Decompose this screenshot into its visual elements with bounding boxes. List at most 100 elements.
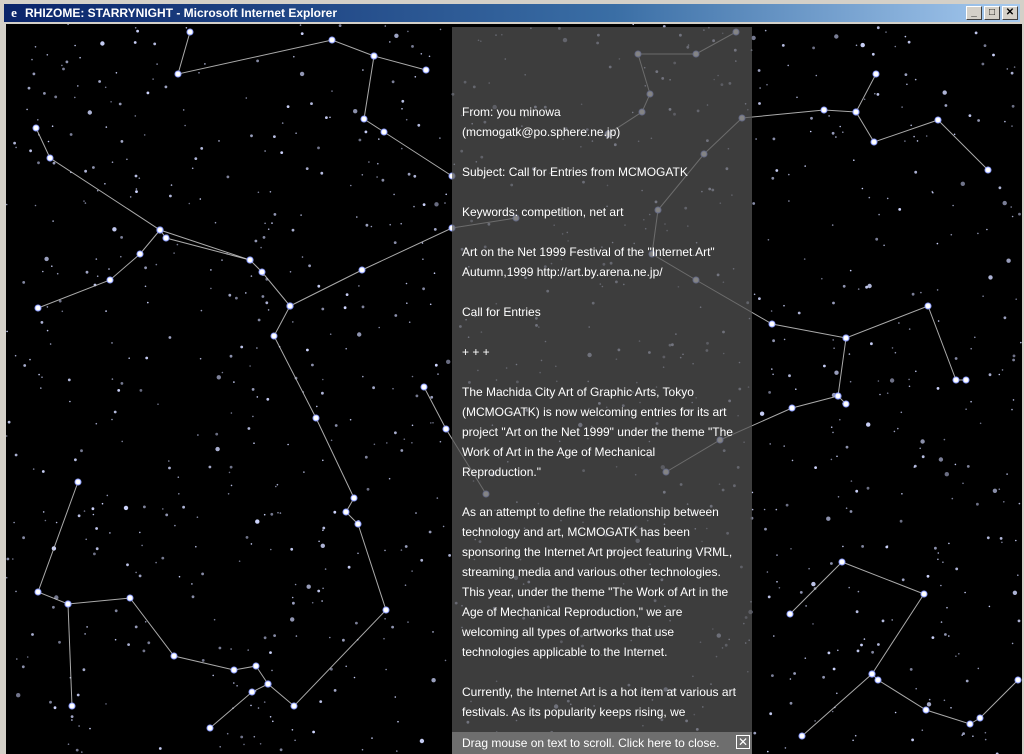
star: [134, 115, 137, 117]
star: [845, 507, 848, 510]
star: [783, 304, 785, 307]
star: [356, 216, 358, 218]
star: [110, 101, 112, 103]
star: [194, 157, 198, 161]
star: [960, 181, 965, 186]
constellation-star: [170, 652, 178, 660]
star: [948, 635, 950, 637]
star: [863, 98, 866, 101]
star: [758, 102, 761, 105]
star: [245, 97, 248, 99]
constellation-star: [34, 588, 42, 596]
star: [69, 400, 71, 403]
star: [368, 161, 370, 163]
star: [142, 649, 146, 653]
maximize-button[interactable]: □: [984, 6, 1000, 20]
close-icon[interactable]: ✕: [736, 735, 750, 749]
star: [152, 78, 154, 80]
star: [942, 561, 944, 563]
star: [831, 710, 834, 713]
star: [849, 510, 853, 513]
star: [875, 237, 879, 241]
star: [49, 700, 52, 704]
starry-night-viewport[interactable]: From: you minowa (mcmogatk@po.sphere.ne.…: [6, 24, 1022, 754]
star: [389, 223, 392, 226]
star: [289, 271, 292, 273]
star: [219, 746, 221, 748]
star: [13, 141, 16, 145]
window-title: RHIZOME: STARRYNIGHT - Microsoft Interne…: [25, 6, 338, 20]
constellation-star: [126, 594, 134, 602]
constellation-star: [46, 154, 54, 162]
star: [139, 531, 141, 534]
constellation-star: [768, 320, 776, 328]
star: [434, 363, 438, 367]
star: [850, 480, 853, 482]
message-panel[interactable]: From: you minowa (mcmogatk@po.sphere.ne.…: [452, 27, 752, 754]
star: [422, 258, 424, 260]
close-bar[interactable]: Drag mouse on text to scroll. Click here…: [452, 732, 752, 754]
star: [269, 191, 272, 193]
star: [81, 751, 83, 753]
star: [446, 359, 451, 364]
star: [264, 222, 266, 225]
star: [174, 524, 176, 527]
message-text[interactable]: From: you minowa (mcmogatk@po.sphere.ne.…: [462, 102, 737, 732]
star: [812, 623, 814, 625]
star: [322, 459, 324, 462]
star: [849, 380, 852, 383]
star: [164, 85, 168, 89]
separator: + + +: [462, 345, 490, 359]
star: [832, 301, 835, 305]
star: [270, 548, 272, 551]
star: [831, 131, 835, 135]
star: [134, 27, 137, 29]
star: [303, 471, 305, 473]
constellation-star: [258, 268, 266, 276]
star: [317, 284, 321, 288]
star: [138, 574, 142, 578]
constellation-star: [74, 478, 82, 486]
star: [105, 310, 107, 312]
star: [349, 418, 352, 421]
constellation-star: [820, 106, 828, 114]
star: [263, 513, 266, 516]
star: [158, 747, 162, 750]
star: [129, 196, 132, 198]
star: [422, 287, 425, 291]
close-window-button[interactable]: ✕: [1002, 6, 1018, 20]
star: [429, 303, 432, 306]
star: [133, 41, 137, 44]
minimize-button[interactable]: _: [966, 6, 982, 20]
star: [961, 734, 963, 736]
star: [999, 537, 1003, 540]
star: [121, 440, 123, 443]
constellation-star: [174, 70, 182, 78]
star: [272, 720, 274, 723]
star: [250, 134, 253, 138]
star: [439, 28, 442, 31]
star: [53, 706, 57, 710]
star: [324, 568, 327, 570]
star: [147, 301, 149, 304]
star: [227, 493, 230, 495]
title-bar[interactable]: e RHIZOME: STARRYNIGHT - Microsoft Inter…: [4, 4, 1020, 22]
star: [32, 468, 35, 470]
star: [986, 228, 988, 231]
star: [431, 678, 436, 683]
star: [953, 133, 956, 136]
star: [866, 486, 870, 490]
star: [1001, 369, 1004, 371]
star: [138, 177, 141, 179]
star: [256, 347, 258, 349]
constellation-star: [924, 302, 932, 310]
star: [65, 60, 69, 64]
star: [14, 453, 18, 457]
star: [870, 342, 873, 346]
star: [783, 338, 786, 341]
star: [100, 41, 105, 46]
star: [14, 354, 17, 357]
star: [383, 637, 385, 640]
star: [400, 222, 403, 225]
star: [37, 119, 39, 121]
